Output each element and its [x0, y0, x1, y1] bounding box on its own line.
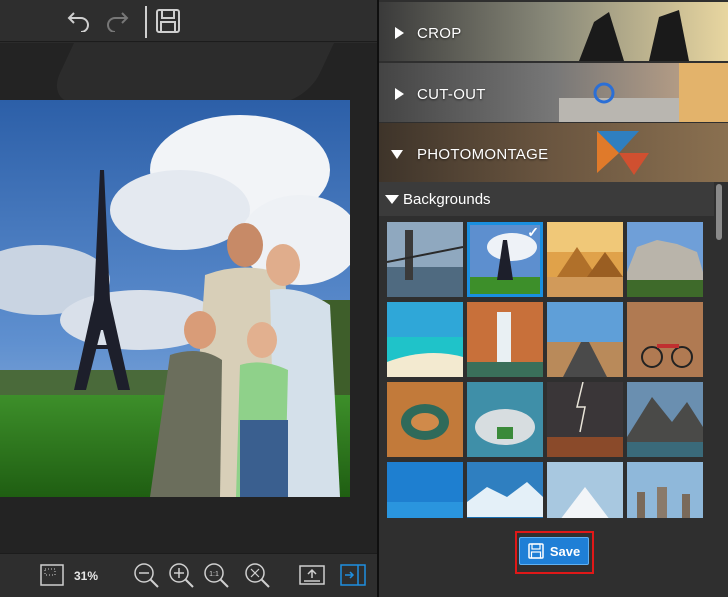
thumbnail-lightning-storm[interactable] [547, 382, 623, 457]
thumbnail-tropical-beach[interactable] [387, 302, 463, 377]
canvas-decoration [46, 43, 334, 103]
app-window: 31% 1:1 CROP CUT-OUT PHOTOMONTAGE Backgr… [0, 0, 728, 597]
chevron-down-icon [385, 195, 399, 204]
export-icon[interactable] [297, 560, 327, 590]
zoom-in-icon[interactable] [166, 560, 196, 590]
section-photomontage[interactable]: PHOTOMONTAGE [379, 123, 728, 182]
bottom-toolbar: 31% 1:1 [0, 553, 378, 597]
section-cutout[interactable]: CUT-OUT [379, 63, 728, 122]
section-photomontage-label: PHOTOMONTAGE [417, 146, 549, 163]
floppy-disk-icon [528, 543, 544, 559]
section-cutout-label: CUT-OUT [417, 86, 486, 103]
thumbnail-bicycle-wall[interactable] [627, 302, 703, 377]
thumbnail-brooklyn-bridge[interactable] [387, 222, 463, 297]
selected-check-icon: ✓ [527, 224, 539, 240]
thumbnail-venice[interactable] [627, 462, 703, 518]
section-crop[interactable]: CROP [379, 2, 728, 61]
zoom-out-icon[interactable] [131, 560, 161, 590]
toggle-panel-icon[interactable] [338, 560, 368, 590]
thumbnail-glacier[interactable] [467, 462, 543, 518]
thumbnail-island-aerial[interactable] [467, 382, 543, 457]
redo-icon[interactable] [102, 6, 132, 36]
thumbnail-waterfall[interactable] [467, 302, 543, 377]
backgrounds-label: Backgrounds [403, 191, 491, 208]
thumbnail-mountain-lake[interactable] [627, 382, 703, 457]
zoom-fit-icon[interactable] [242, 560, 272, 590]
canvas-area[interactable] [0, 43, 378, 553]
save-button[interactable]: Save [519, 537, 589, 565]
backgrounds-scrollbar[interactable] [716, 184, 722, 518]
thumbnail-canyon-bend[interactable] [387, 382, 463, 457]
save-icon[interactable] [153, 6, 183, 36]
svg-text:1:1: 1:1 [209, 571, 219, 578]
thumbnail-desert-road[interactable] [547, 302, 623, 377]
thumbnail-blue-sky[interactable] [387, 462, 463, 518]
save-button-label: Save [549, 543, 581, 559]
actual-size-icon[interactable]: 1:1 [201, 560, 231, 590]
thumbnail-snow-mountain[interactable] [547, 462, 623, 518]
backgrounds-header[interactable]: Backgrounds [379, 182, 714, 216]
fit-to-screen-icon[interactable] [37, 560, 67, 590]
section-crop-label: CROP [417, 25, 462, 42]
zoom-level: 31% [74, 569, 99, 583]
tools-panel: CROP CUT-OUT PHOTOMONTAGE Backgrounds ✓ … [379, 0, 728, 597]
thumbnail-eiffel-tower[interactable]: ✓ [467, 222, 543, 297]
chevron-down-icon [391, 150, 403, 159]
undo-icon[interactable] [64, 6, 94, 36]
backgrounds-grid: ✓ [387, 222, 709, 518]
photomontage-image[interactable] [0, 100, 350, 497]
scrollbar-thumb[interactable] [716, 184, 722, 240]
editor-pane: 31% 1:1 [0, 0, 378, 597]
thumbnail-pyramids[interactable] [547, 222, 623, 297]
panel-footer: Save [379, 519, 728, 597]
chevron-right-icon [395, 27, 404, 39]
chevron-right-icon [395, 88, 404, 100]
thumbnail-mount-rushmore[interactable] [627, 222, 703, 297]
toolbar-separator [145, 6, 147, 38]
top-toolbar [0, 0, 378, 42]
